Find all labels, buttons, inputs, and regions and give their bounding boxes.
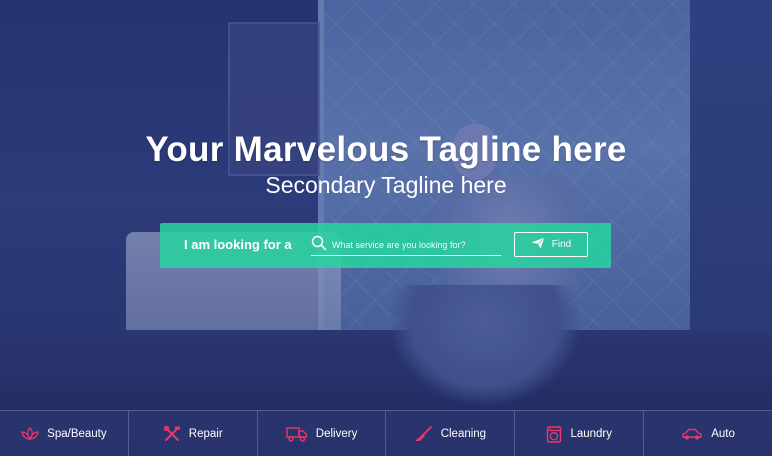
category-spa-beauty[interactable]: Spa/Beauty xyxy=(0,411,129,456)
category-bar: Spa/Beauty Repair Delivery Cleaning Laun… xyxy=(0,410,772,456)
spa-icon xyxy=(21,426,39,442)
category-label: Laundry xyxy=(570,428,612,440)
category-laundry[interactable]: Laundry xyxy=(515,411,645,456)
category-cleaning[interactable]: Cleaning xyxy=(386,411,516,456)
category-label: Delivery xyxy=(315,428,358,440)
hero-subheadline: Secondary Tagline here xyxy=(265,172,507,198)
paper-plane-icon xyxy=(531,237,545,252)
tools-icon xyxy=(163,426,181,442)
hero-headline: Your Marvelous Tagline here xyxy=(145,130,627,169)
category-auto[interactable]: Auto xyxy=(644,411,772,456)
search-icon xyxy=(311,235,327,251)
category-repair[interactable]: Repair xyxy=(129,411,258,456)
search-bar: I am looking for a Find xyxy=(160,223,611,268)
find-button[interactable]: Find xyxy=(514,232,588,257)
search-field[interactable] xyxy=(311,235,501,256)
category-label: Repair xyxy=(188,428,223,440)
car-icon xyxy=(681,426,703,442)
search-input[interactable] xyxy=(332,237,500,253)
broom-icon xyxy=(415,426,433,442)
truck-icon xyxy=(286,426,308,442)
category-label: Spa/Beauty xyxy=(47,428,107,440)
washing-machine-icon xyxy=(546,426,562,443)
hero-section: Your Marvelous Tagline here Secondary Ta… xyxy=(0,0,772,456)
category-label: Cleaning xyxy=(440,428,487,440)
search-label: I am looking for a xyxy=(184,237,292,252)
category-delivery[interactable]: Delivery xyxy=(258,411,387,456)
find-button-label: Find xyxy=(551,239,572,250)
category-label: Auto xyxy=(711,428,735,440)
